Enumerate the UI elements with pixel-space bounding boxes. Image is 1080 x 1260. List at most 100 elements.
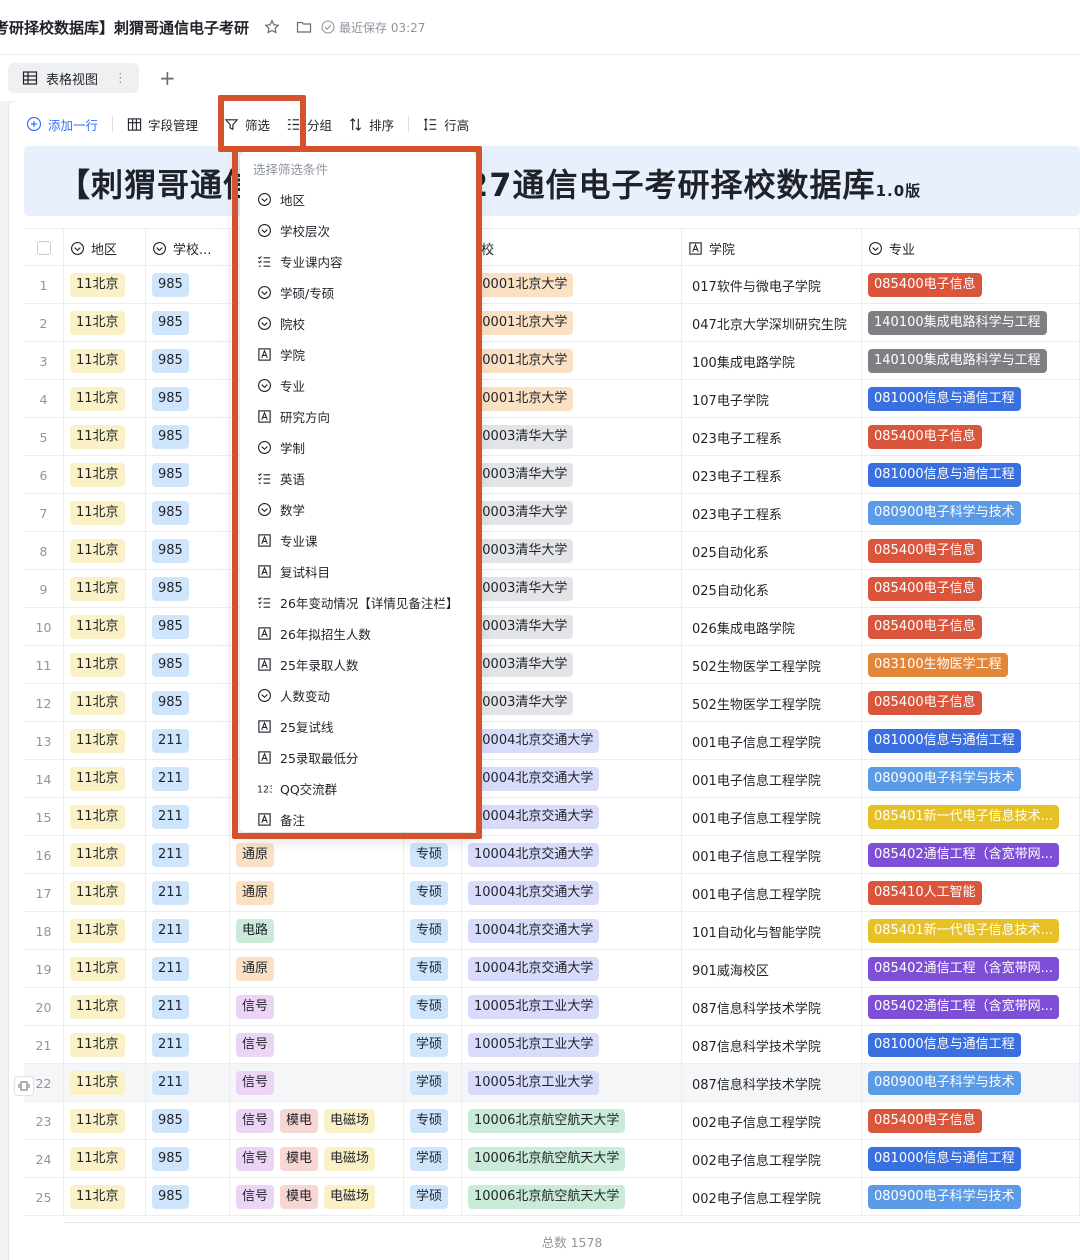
table-cell[interactable]: 11北京 xyxy=(64,1102,146,1140)
filter-field-option[interactable]: 复试科目 xyxy=(240,556,476,587)
table-cell[interactable]: 081000信息与通信工程 xyxy=(862,1026,1080,1064)
table-cell[interactable]: 学硕 xyxy=(404,1064,462,1102)
table-cell[interactable]: 211 xyxy=(146,912,230,950)
table-cell[interactable]: 211 xyxy=(146,1064,230,1102)
table-cell[interactable]: 11北京 xyxy=(64,1178,146,1216)
table-cell[interactable]: 学硕 xyxy=(404,1140,462,1178)
filter-field-option[interactable]: 26年拟招生人数 xyxy=(240,618,476,649)
filter-field-option[interactable]: 25录取最低分 xyxy=(240,742,476,773)
table-cell[interactable]: 1 xyxy=(24,266,64,304)
table-cell[interactable]: 001电子信息工程学院 xyxy=(682,874,862,912)
table-cell[interactable]: 901威海校区 xyxy=(682,950,862,988)
table-cell[interactable]: 085400电子信息 xyxy=(862,1102,1080,1140)
table-row[interactable]: 9 11北京 985 10003清华大学 025自动化系 085400电子信息 xyxy=(24,570,1080,608)
group-button[interactable]: 分组 xyxy=(278,109,340,139)
table-cell[interactable]: 11北京 xyxy=(64,266,146,304)
table-cell[interactable]: 211 xyxy=(146,798,230,836)
table-cell[interactable]: 信号 模电 电磁场 xyxy=(230,1140,404,1178)
table-cell[interactable]: 085402通信工程（含宽带网... xyxy=(862,950,1080,988)
table-cell[interactable]: 023电子工程系 xyxy=(682,418,862,456)
table-row[interactable]: 19 11北京 211 通原 专硕 10004北京交通大学 901威海校区 085402通信工… xyxy=(24,950,1080,988)
table-cell[interactable]: 025自动化系 xyxy=(682,570,862,608)
table-cell[interactable]: 11北京 xyxy=(64,646,146,684)
table-cell[interactable]: 985 xyxy=(146,456,230,494)
table-cell[interactable]: 085400电子信息 xyxy=(862,266,1080,304)
table-cell[interactable]: 学硕 xyxy=(404,1178,462,1216)
table-cell[interactable]: 140100集成电路科学与工程 xyxy=(862,342,1080,380)
table-cell[interactable]: 6 xyxy=(24,456,64,494)
table-cell[interactable]: 081000信息与通信工程 xyxy=(862,456,1080,494)
table-cell[interactable]: 100集成电路学院 xyxy=(682,342,862,380)
table-cell[interactable]: 985 xyxy=(146,304,230,342)
table-cell[interactable]: 19 xyxy=(24,950,64,988)
table-cell[interactable]: 16 xyxy=(24,836,64,874)
table-cell[interactable]: 24 xyxy=(24,1140,64,1178)
table-cell[interactable]: 10003清华大学 xyxy=(462,494,682,532)
table-cell[interactable]: 15 xyxy=(24,798,64,836)
table-cell[interactable]: 3 xyxy=(24,342,64,380)
filter-field-option[interactable]: 英语 xyxy=(240,463,476,494)
table-cell[interactable]: 10004北京交通大学 xyxy=(462,950,682,988)
table-cell[interactable]: 080900电子科学与技术 xyxy=(862,760,1080,798)
table-row[interactable]: 16 11北京 211 通原 专硕 10004北京交通大学 001电子信息工程学院 08540… xyxy=(24,836,1080,874)
table-cell[interactable]: 10004北京交通大学 xyxy=(462,722,682,760)
table-cell[interactable]: 18 xyxy=(24,912,64,950)
table-cell[interactable]: 5 xyxy=(24,418,64,456)
column-header[interactable]: 学校... xyxy=(146,229,230,267)
filter-field-option[interactable]: 学校层次 xyxy=(240,215,476,246)
table-row[interactable]: 25 11北京 985 信号 模电 电磁场 学硕 10006北京航空航天大学 002电子信息工程… xyxy=(24,1178,1080,1216)
filter-button[interactable]: 筛选 xyxy=(216,109,278,139)
table-cell[interactable]: 211 xyxy=(146,874,230,912)
table-cell[interactable]: 专硕 xyxy=(404,1102,462,1140)
table-cell[interactable]: 信号 模电 电磁场 xyxy=(230,1102,404,1140)
column-header[interactable] xyxy=(24,229,64,267)
table-cell[interactable]: 023电子工程系 xyxy=(682,456,862,494)
table-cell[interactable]: 10003清华大学 xyxy=(462,532,682,570)
table-cell[interactable]: 10004北京交通大学 xyxy=(462,798,682,836)
table-cell[interactable]: 9 xyxy=(24,570,64,608)
table-row[interactable]: 14 11北京 211 10004北京交通大学 001电子信息工程学院 080900电子科… xyxy=(24,760,1080,798)
table-cell[interactable]: 10003清华大学 xyxy=(462,456,682,494)
table-cell[interactable]: 25 xyxy=(24,1178,64,1216)
table-cell[interactable]: 11北京 xyxy=(64,874,146,912)
table-cell[interactable]: 002电子信息工程学院 xyxy=(682,1178,862,1216)
filter-field-option[interactable]: 地区 xyxy=(240,184,476,215)
table-cell[interactable]: 080900电子科学与技术 xyxy=(862,1178,1080,1216)
table-cell[interactable]: 083100生物医学工程 xyxy=(862,646,1080,684)
table-cell[interactable]: 通原 xyxy=(230,874,404,912)
table-cell[interactable]: 002电子信息工程学院 xyxy=(682,1140,862,1178)
table-cell[interactable]: 11北京 xyxy=(64,418,146,456)
table-cell[interactable]: 10006北京航空航天大学 xyxy=(462,1102,682,1140)
table-cell[interactable]: 信号 xyxy=(230,988,404,1026)
table-cell[interactable]: 11北京 xyxy=(64,950,146,988)
table-cell[interactable]: 通原 xyxy=(230,950,404,988)
table-cell[interactable]: 专硕 xyxy=(404,874,462,912)
filter-field-option[interactable]: 人数变动 xyxy=(240,680,476,711)
table-row[interactable]: 6 11北京 985 10003清华大学 023电子工程系 081000信息与通信工程 xyxy=(24,456,1080,494)
table-cell[interactable]: 087信息科学技术学院 xyxy=(682,1064,862,1102)
table-row[interactable]: 5 11北京 985 10003清华大学 023电子工程系 085400电子信息 xyxy=(24,418,1080,456)
table-row[interactable]: 4 11北京 985 10001北京大学 107电子学院 081000信息与通信工程 xyxy=(24,380,1080,418)
table-cell[interactable]: 081000信息与通信工程 xyxy=(862,722,1080,760)
table-cell[interactable]: 085400电子信息 xyxy=(862,570,1080,608)
filter-field-option[interactable]: 123 QQ交流群 xyxy=(240,773,476,804)
table-cell[interactable]: 学硕 xyxy=(404,1026,462,1064)
filter-field-option[interactable]: 数学 xyxy=(240,494,476,525)
table-cell[interactable]: 专硕 xyxy=(404,836,462,874)
table-cell[interactable]: 502生物医学工程学院 xyxy=(682,684,862,722)
table-cell[interactable]: 10003清华大学 xyxy=(462,608,682,646)
table-cell[interactable]: 信号 xyxy=(230,1064,404,1102)
table-cell[interactable]: 10005北京工业大学 xyxy=(462,1026,682,1064)
table-cell[interactable]: 21 xyxy=(24,1026,64,1064)
table-cell[interactable]: 10006北京航空航天大学 xyxy=(462,1140,682,1178)
filter-field-option[interactable]: 学制 xyxy=(240,432,476,463)
table-cell[interactable]: 11北京 xyxy=(64,1140,146,1178)
table-cell[interactable]: 025自动化系 xyxy=(682,532,862,570)
table-row[interactable]: 13 11北京 211 10004北京交通大学 001电子信息工程学院 081000信息与… xyxy=(24,722,1080,760)
table-row[interactable]: 1 11北京 985 10001北京大学 017软件与微电子学院 085400电子信息 xyxy=(24,266,1080,304)
table-cell[interactable]: 17 xyxy=(24,874,64,912)
table-row[interactable]: 22 11北京 211 信号 学硕 10005北京工业大学 087信息科学技术学院 08090… xyxy=(24,1064,1080,1102)
column-header[interactable]: 专业 xyxy=(862,229,1080,267)
table-cell[interactable]: 12 xyxy=(24,684,64,722)
table-row[interactable]: 15 11北京 211 10004北京交通大学 001电子信息工程学院 085401新一代… xyxy=(24,798,1080,836)
